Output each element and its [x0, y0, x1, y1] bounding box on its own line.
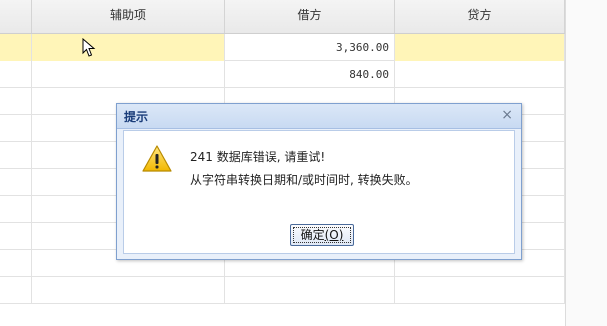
row-index-cell[interactable]: [0, 61, 32, 88]
close-icon[interactable]: ×: [501, 107, 513, 123]
dialog-body: 241 数据库错误, 请重试! 从字符串转换日期和/或时间时, 转换失败。 确定…: [123, 130, 515, 254]
debit-amount: [225, 277, 395, 304]
ok-button[interactable]: 确定(O): [290, 224, 354, 246]
error-message-line1: 241 数据库错误, 请重试!: [190, 150, 326, 164]
debit-cell[interactable]: [225, 277, 395, 304]
auxiliary-cell[interactable]: [32, 277, 225, 304]
debit-cell[interactable]: 840.00: [225, 61, 395, 88]
header-debit[interactable]: 借方: [225, 0, 395, 33]
ok-button-label: 确定: [300, 228, 325, 242]
grid-right-margin: [565, 0, 607, 326]
table-row[interactable]: [0, 277, 565, 304]
row-index-cell[interactable]: [0, 34, 32, 61]
ok-button-accelerator: (O): [324, 228, 344, 242]
error-dialog: 提示 × 241 数据库错误, 请重试! 从字符串转换日期和/或时间时, 转换失…: [116, 103, 522, 260]
credit-cell[interactable]: [395, 277, 565, 304]
warning-icon: [142, 145, 172, 172]
row-index-cell[interactable]: [0, 115, 32, 142]
auxiliary-cell[interactable]: [32, 34, 225, 61]
row-index-cell[interactable]: [0, 142, 32, 169]
header-credit[interactable]: 贷方: [395, 0, 565, 33]
row-index-cell[interactable]: [0, 250, 32, 277]
dialog-titlebar[interactable]: 提示 ×: [117, 104, 521, 129]
header-cell-index: [0, 0, 32, 33]
debit-cell[interactable]: 3,360.00: [225, 34, 395, 61]
row-index-cell[interactable]: [0, 169, 32, 196]
header-auxiliary[interactable]: 辅助项: [32, 0, 225, 33]
dialog-title: 提示: [124, 110, 149, 124]
row-index-cell[interactable]: [0, 277, 32, 304]
debit-amount: 3,360.00: [336, 41, 389, 54]
error-message-line2: 从字符串转换日期和/或时间时, 转换失败。: [190, 173, 418, 187]
credit-cell[interactable]: [395, 61, 565, 88]
row-index-cell[interactable]: [0, 88, 32, 115]
debit-amount: 840.00: [349, 68, 389, 81]
row-index-cell[interactable]: [0, 196, 32, 223]
credit-cell[interactable]: [395, 34, 565, 61]
grid-header: 辅助项 借方 贷方: [0, 0, 565, 34]
mouse-cursor-icon: [82, 38, 96, 57]
auxiliary-cell[interactable]: [32, 61, 225, 88]
row-index-cell[interactable]: [0, 223, 32, 250]
table-row[interactable]: 840.00: [0, 61, 565, 88]
